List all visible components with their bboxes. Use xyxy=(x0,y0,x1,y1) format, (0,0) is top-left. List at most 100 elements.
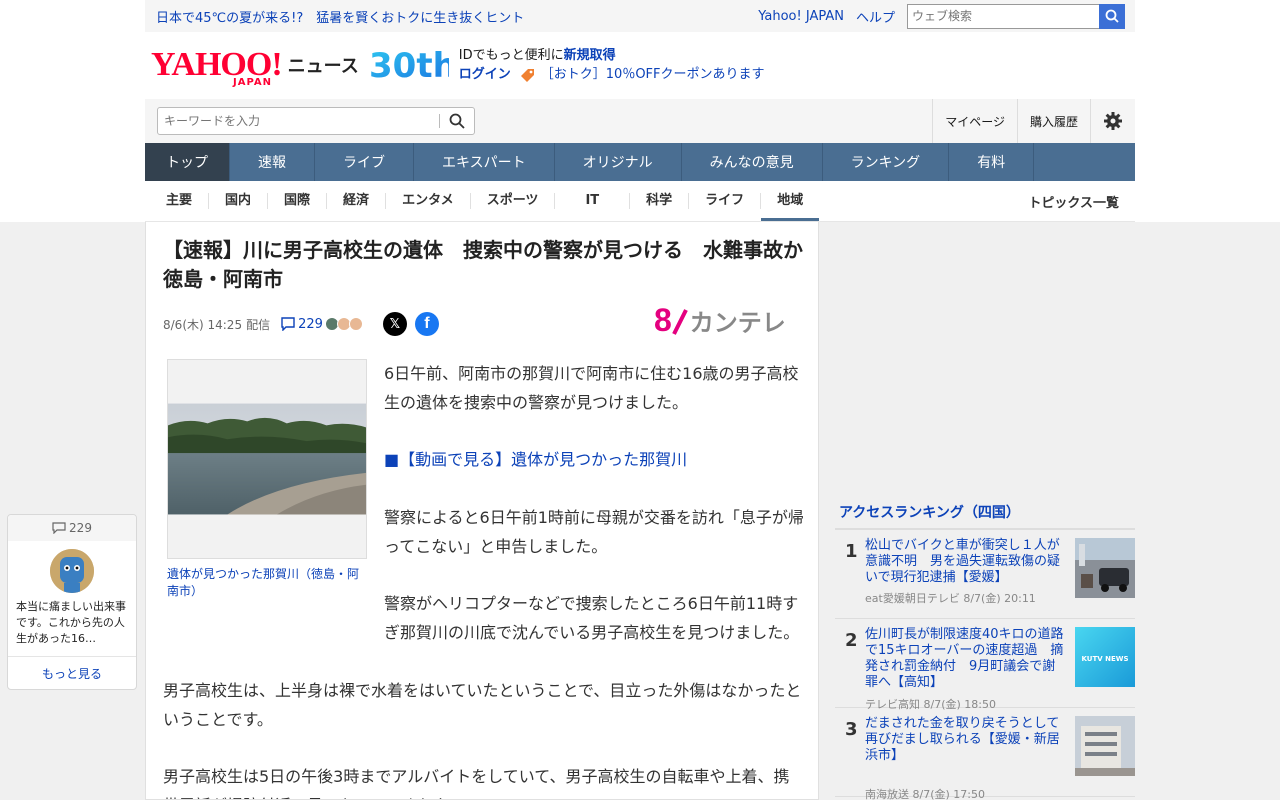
subnav-main[interactable]: 主要 xyxy=(150,193,210,209)
article-meta: 8/6(木) 14:25 配信 229 𝕏 f xyxy=(163,312,439,336)
yahoo-news-logo[interactable]: YAHOO! JAPAN ニュース xyxy=(151,48,359,88)
settings-button[interactable] xyxy=(1090,99,1135,143)
ranking-item[interactable]: 2 佐川町長が制限速度40キロの道路で15キロオーバーの速度超過 摘発され罰金納… xyxy=(835,619,1135,711)
avatar xyxy=(50,549,94,593)
keyword-search-input[interactable] xyxy=(158,108,439,134)
nav-tab-ranking[interactable]: ランキング xyxy=(823,143,950,181)
river-photo xyxy=(168,403,366,515)
photo-caption[interactable]: 遺体が見つかった那賀川（徳島・阿南市） xyxy=(167,566,367,600)
promo-headline-link[interactable]: 日本で45℃の夏が来る!? 猛暑を賢くおトクに生き抜くヒント xyxy=(156,7,524,26)
source-logo-kantele[interactable]: 8 カンテレ xyxy=(654,302,786,339)
keyword-search-button[interactable] xyxy=(440,113,474,129)
rank-title[interactable]: 松山でバイクと車が衝突し１人が意識不明 男を過失運転致傷の疑いで現行犯逮捕【愛媛… xyxy=(865,538,1065,586)
rank-title[interactable]: 佐川町長が制限速度40キロの道路で15キロオーバーの速度超過 摘発され罰金納付 … xyxy=(865,627,1065,691)
commenter-avatars xyxy=(324,317,363,331)
kantele-slash-icon xyxy=(672,308,688,335)
signup-link[interactable]: 新規取得 xyxy=(564,48,616,63)
comment-icon xyxy=(281,317,295,331)
more-comments-link[interactable]: もっと見る xyxy=(8,656,136,689)
ranking-title[interactable]: アクセスランキング（四国） xyxy=(835,502,1135,530)
coupon-tag-icon xyxy=(520,68,534,82)
commenter-avatar-image xyxy=(50,549,94,593)
subnav-sports[interactable]: スポーツ xyxy=(471,193,556,209)
rank-source: 南海放送 8/7(金) 17:50 xyxy=(865,786,985,800)
paragraph-4: 男子高校生は、上半身は裸で水着をはいていたということで、目立った外傷はなかったと… xyxy=(163,681,802,729)
kantele-logo-number: 8 xyxy=(654,302,672,338)
comment-widget: 229 本当に痛ましい出来事です。これから先の人生があった16… もっと見る xyxy=(7,514,137,690)
nav-tab-breaking[interactable]: 速報 xyxy=(230,143,315,181)
help-link[interactable]: ヘルプ xyxy=(856,7,895,26)
nav-tab-opinions[interactable]: みんなの意見 xyxy=(682,143,823,181)
article: 【速報】川に男子高校生の遺体 捜索中の警察が見つける 水難事故か 徳島・阿南市 … xyxy=(145,222,819,800)
subnav-science[interactable]: 科学 xyxy=(630,193,690,209)
news-logo-text: ニュース xyxy=(287,56,359,77)
account-info: IDでもっと便利に新規取得 ログイン ［おトク］10％OFFクーポンあります xyxy=(459,46,765,84)
sub-nav: 主要 国内 国際 経済 エンタメ スポーツ IT 科学 ライフ 地域 トピックス… xyxy=(145,181,1135,222)
comment-count: 229 xyxy=(298,316,323,332)
ranking-item[interactable]: 3 だまされた金を取り戻そうとして再びだまし取られる【愛媛・新居浜市】 南海放送… xyxy=(835,708,1135,800)
purchase-history-link[interactable]: 購入履歴 xyxy=(1016,99,1090,143)
share-buttons: 𝕏 f xyxy=(382,312,439,336)
topics-list-link[interactable]: トピックス一覧 xyxy=(1028,192,1119,211)
anniversary-logo: 30th xyxy=(369,45,457,86)
share-x-button[interactable]: 𝕏 xyxy=(382,312,407,336)
facebook-icon: f xyxy=(424,315,430,332)
header-links: マイページ 購入履歴 xyxy=(932,99,1135,143)
share-facebook-button[interactable]: f xyxy=(414,312,439,336)
comment-widget-count[interactable]: 229 xyxy=(8,515,136,541)
distributed-label: 配信 xyxy=(246,317,271,332)
nav-tab-top[interactable]: トップ xyxy=(145,143,230,181)
rank-date: 8/7(金) 20:11 xyxy=(963,592,1036,605)
subnav-domestic[interactable]: 国内 xyxy=(209,193,269,209)
keyword-search xyxy=(157,107,475,135)
access-ranking: アクセスランキング（四国） 1 松山でバイクと車が衝突し１人が意識不明 男を過失… xyxy=(835,502,1135,800)
nav-tab-live[interactable]: ライブ xyxy=(315,143,414,181)
search-icon xyxy=(1105,9,1119,23)
subnav-world[interactable]: 国際 xyxy=(268,193,328,209)
article-photo[interactable] xyxy=(167,359,367,559)
gear-icon xyxy=(1104,112,1122,130)
promo-bar: 日本で45℃の夏が来る!? 猛暑を賢くおトクに生き抜くヒント Yahoo! JA… xyxy=(145,0,1135,32)
rank-source-name: eat愛媛朝日テレビ xyxy=(865,592,960,605)
subnav-economy[interactable]: 経済 xyxy=(327,193,387,209)
nav-tab-expert[interactable]: エキスパート xyxy=(414,143,555,181)
commenter-avatar xyxy=(348,317,363,331)
rank-thumbnail[interactable]: KUTV NEWS xyxy=(1075,627,1135,687)
coupon-link[interactable]: ［おトク］10％OFFクーポンあります xyxy=(541,65,765,84)
comment-snippet[interactable]: 本当に痛ましい出来事です。これから先の人生があった16… xyxy=(16,599,132,647)
paragraph-1: 6日午前、阿南市の那賀川で阿南市に住む16歳の男子高校生の遺体を捜索中の警察が見… xyxy=(384,364,799,412)
comments-link[interactable]: 229 xyxy=(280,317,323,332)
mypage-link[interactable]: マイページ xyxy=(932,99,1017,143)
nav-tab-paid[interactable]: 有料 xyxy=(949,143,1035,181)
paragraph-5: 男子高校生は5日の午後3時までアルバイトをしていて、男子高校生の自転車や上着、携… xyxy=(163,767,790,799)
subnav-life[interactable]: ライフ xyxy=(689,193,762,209)
keyword-bar: マイページ 購入履歴 xyxy=(145,99,1135,143)
japan-logo-text: JAPAN xyxy=(233,77,272,88)
paragraph-2: 警察によると6日午前1時前に母親が交番を訪れ「息子が帰ってこない」と申告しました… xyxy=(384,508,804,556)
subnav-it[interactable]: IT xyxy=(555,193,631,209)
main-nav: トップ 速報 ライブ エキスパート オリジナル みんなの意見 ランキング 有料 xyxy=(145,143,1135,181)
rank-number: 2 xyxy=(845,630,858,651)
rank-date: 8/7(金) 17:50 xyxy=(912,788,985,800)
web-search-button[interactable] xyxy=(1099,3,1125,29)
article-date: 8/6(木) 14:25 xyxy=(163,317,243,332)
search-icon xyxy=(449,113,465,129)
subnav-local[interactable]: 地域 xyxy=(761,193,820,221)
rank-number: 3 xyxy=(845,719,858,740)
yahoo-japan-link[interactable]: Yahoo! JAPAN xyxy=(758,9,844,24)
rank-title[interactable]: だまされた金を取り戻そうとして再びだまし取られる【愛媛・新居浜市】 xyxy=(865,716,1065,764)
video-link[interactable]: ■【動画で見る】遺体が見つかった那賀川 xyxy=(384,445,804,474)
anniversary-30th-icon: 30th xyxy=(369,46,457,86)
rank-thumbnail[interactable] xyxy=(1075,716,1135,776)
paragraph-3: 警察がヘリコプターなどで捜索したところ6日午前11時すぎ那賀川の川底で沈んでいる… xyxy=(384,594,800,642)
ranking-item[interactable]: 1 松山でバイクと車が衝突し１人が意識不明 男を過失運転致傷の疑いで現行犯逮捕【… xyxy=(835,530,1135,619)
nav-tab-original[interactable]: オリジナル xyxy=(555,143,682,181)
rank-source-name: 南海放送 xyxy=(865,788,909,800)
id-promo-text: IDでもっと便利に xyxy=(458,48,564,63)
web-search-input[interactable] xyxy=(907,3,1099,29)
x-icon: 𝕏 xyxy=(389,316,401,332)
login-link[interactable]: ログイン xyxy=(459,65,511,84)
yahoo-logo: YAHOO! JAPAN xyxy=(151,48,283,88)
rank-thumbnail[interactable] xyxy=(1075,538,1135,598)
subnav-entertainment[interactable]: エンタメ xyxy=(386,193,471,209)
